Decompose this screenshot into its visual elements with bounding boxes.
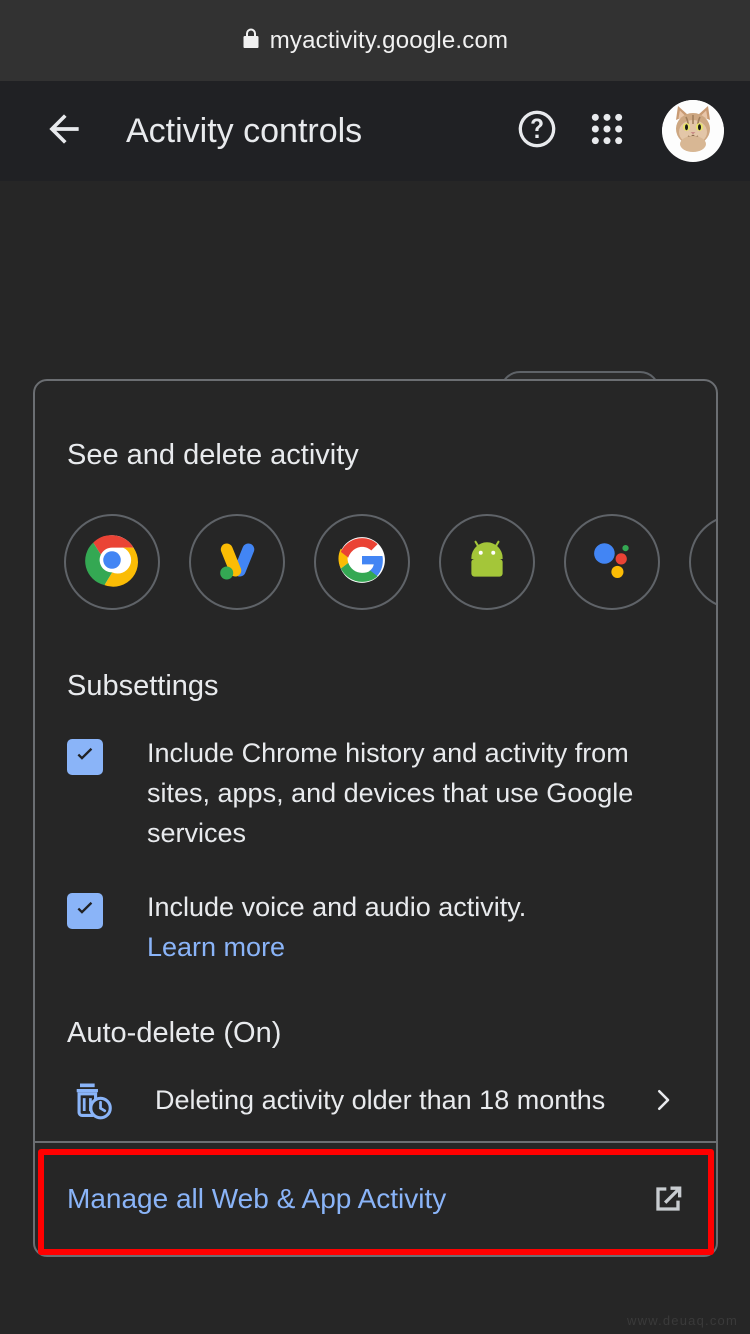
app-icon-assistant[interactable] <box>564 514 660 610</box>
checkbox-voice-audio[interactable] <box>67 893 103 929</box>
google-play-icon <box>712 535 716 590</box>
browser-url-bar[interactable]: myactivity.google.com <box>0 0 750 81</box>
card-content: See and delete activity Subsettings Incl… <box>35 381 716 1122</box>
help-button[interactable] <box>508 102 566 160</box>
auto-delete-icon <box>69 1078 113 1122</box>
chevron-right-icon[interactable] <box>648 1085 678 1115</box>
auto-delete-title: Auto-delete (On) <box>67 1017 282 1049</box>
apps-grid-icon <box>587 109 627 154</box>
page-title: Activity controls <box>126 111 363 150</box>
app-header-bar: Activity controls <box>0 81 750 181</box>
back-button[interactable] <box>40 107 88 155</box>
url-text: myactivity.google.com <box>269 26 509 54</box>
app-icon-play-store[interactable] <box>689 514 716 610</box>
back-arrow-icon <box>42 107 86 156</box>
page-body: See and delete activity Subsettings Incl… <box>0 181 750 1334</box>
auto-delete-text: Deleting activity older than 18 months <box>155 1084 606 1115</box>
app-icon-google[interactable] <box>314 514 410 610</box>
see-and-delete-title: See and delete activity <box>67 439 359 471</box>
google-apps-button[interactable] <box>578 102 636 160</box>
subsetting-label-voice-audio: Include voice and audio activity. <box>147 892 527 922</box>
checkmark-icon <box>72 896 98 927</box>
google-ads-icon <box>211 534 263 591</box>
subsetting-row-voice-audio[interactable]: Include voice and audio activity. Learn … <box>67 887 684 967</box>
open-in-new-icon <box>648 1179 688 1219</box>
app-icon-chrome[interactable] <box>64 514 160 610</box>
checkmark-icon <box>72 742 98 773</box>
auto-delete-row[interactable]: Deleting activity older than 18 months <box>69 1078 684 1122</box>
manage-web-app-activity-row[interactable]: Manage all Web & App Activity <box>35 1143 716 1255</box>
app-icon-google-ads[interactable] <box>189 514 285 610</box>
app-icon-android[interactable] <box>439 514 535 610</box>
lock-icon <box>242 27 260 54</box>
subsetting-text-voice-audio: Include voice and audio activity. Learn … <box>147 887 526 967</box>
subsetting-row-chrome-history[interactable]: Include Chrome history and activity from… <box>67 733 684 853</box>
android-icon <box>462 535 512 590</box>
google-assistant-icon <box>586 534 638 591</box>
web-app-activity-card: See and delete activity Subsettings Incl… <box>33 379 718 1257</box>
app-icons-row <box>64 514 716 610</box>
avatar[interactable] <box>662 100 724 162</box>
manage-web-app-activity-label: Manage all Web & App Activity <box>67 1183 447 1214</box>
learn-more-link[interactable]: Learn more <box>147 927 526 967</box>
chrome-icon <box>85 533 139 592</box>
help-circle-icon <box>515 107 559 156</box>
google-search-icon <box>337 535 387 590</box>
watermark: www.deuaq.com <box>627 1313 738 1328</box>
subsettings-title: Subsettings <box>67 670 219 702</box>
app-screen: myactivity.google.com Activity controls <box>0 0 750 1334</box>
checkbox-chrome-history[interactable] <box>67 739 103 775</box>
cat-avatar <box>662 100 724 162</box>
subsetting-label-chrome-history: Include Chrome history and activity from… <box>147 738 634 848</box>
